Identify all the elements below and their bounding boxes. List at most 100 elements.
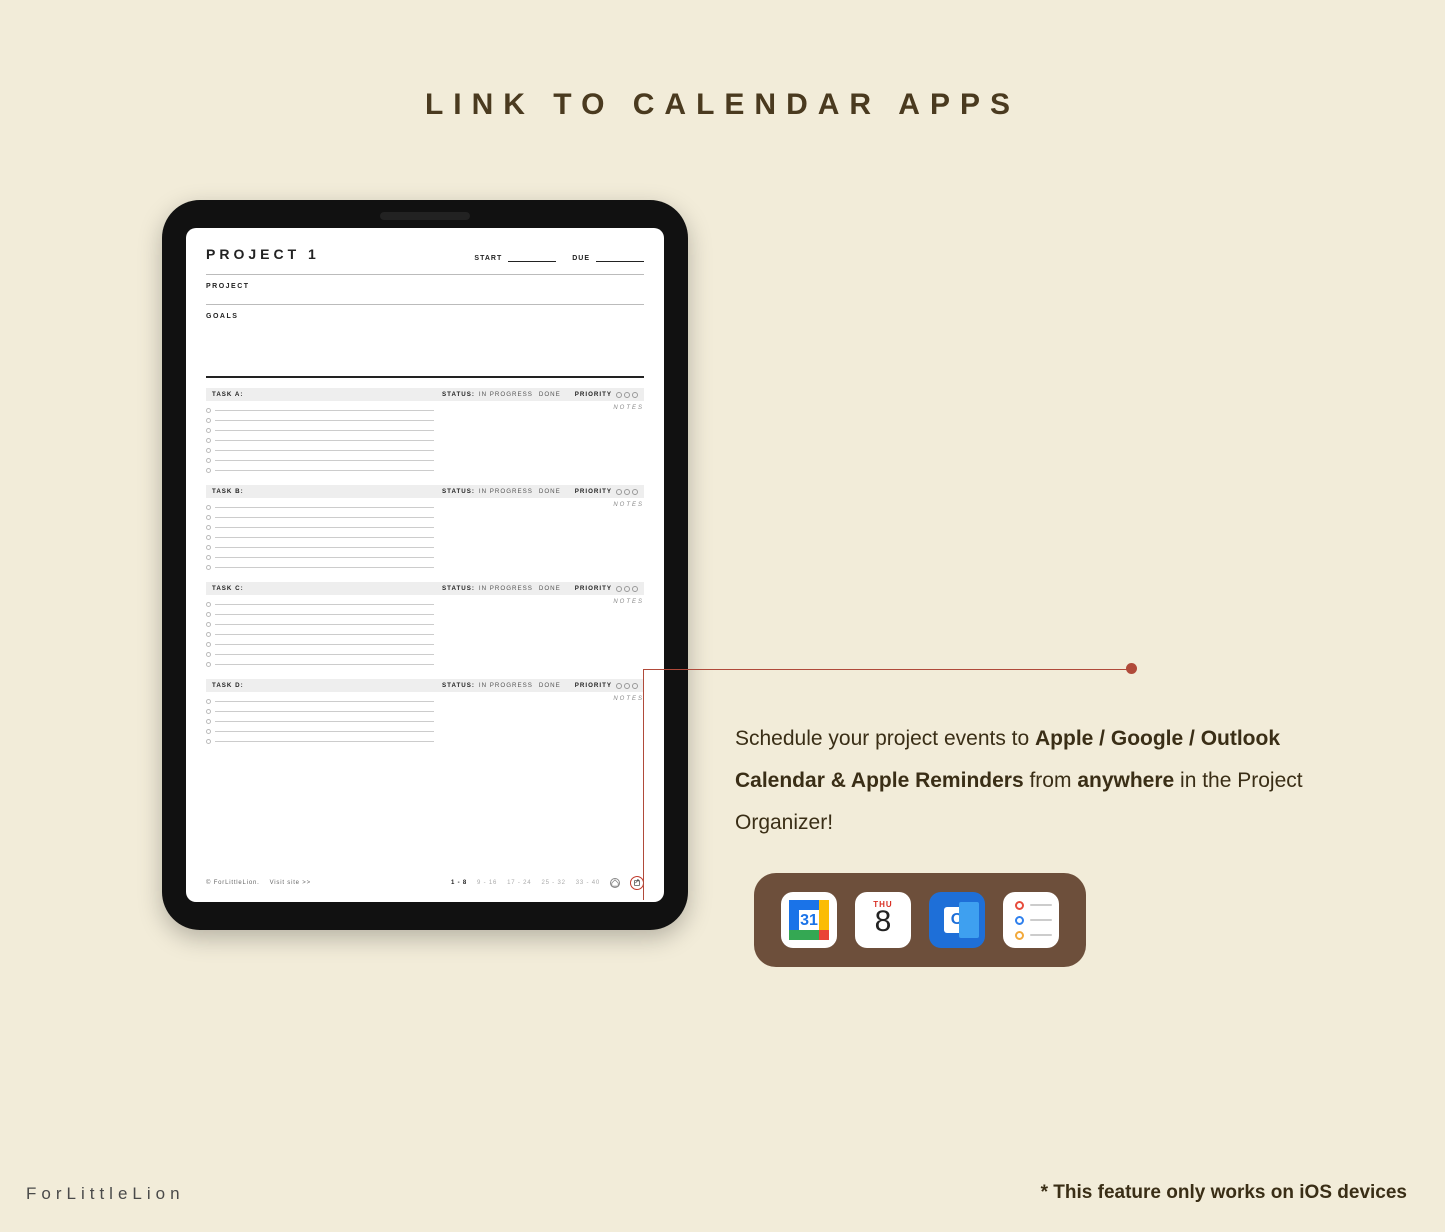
footer-visit-link[interactable]: Visit site >> [270,880,311,886]
app-tray: 31 THU 8 O [754,873,1086,967]
task-line[interactable] [206,696,434,706]
task-line[interactable] [206,435,434,445]
page-range-link[interactable]: 9 - 16 [477,880,497,886]
task-line[interactable] [206,736,434,746]
task-name: TASK C: [212,585,442,592]
status-label: STATUS: [442,488,475,495]
status-in-progress[interactable]: IN PROGRESS [479,391,533,398]
start-input-line[interactable] [508,254,556,262]
status-done[interactable]: DONE [539,488,561,495]
task-line[interactable] [206,425,434,435]
footer-copyright: © ForLittleLion. [206,880,260,886]
page-range-link[interactable]: 25 - 32 [541,880,565,886]
svg-text:31: 31 [800,912,818,929]
goals-label: GOALS [206,313,644,320]
task-line[interactable] [206,706,434,716]
status-label: STATUS: [442,391,475,398]
task-block: TASK D:STATUS: IN PROGRESS DONE PRIORITY NOT… [206,679,644,746]
notes-label: NOTES [448,696,644,702]
tablet-frame: PROJECT 1 START DUE PROJECT GOALS TASK A… [162,200,688,930]
task-line[interactable] [206,502,434,512]
planner-screen: PROJECT 1 START DUE PROJECT GOALS TASK A… [186,228,664,902]
status-in-progress[interactable]: IN PROGRESS [479,585,533,592]
task-line[interactable] [206,552,434,562]
page-range-link[interactable]: 17 - 24 [507,880,531,886]
notes-label: NOTES [448,599,644,605]
task-line[interactable] [206,609,434,619]
priority-dots[interactable] [616,586,638,592]
task-line[interactable] [206,405,434,415]
task-line[interactable] [206,639,434,649]
task-line[interactable] [206,455,434,465]
status-done[interactable]: DONE [539,585,561,592]
start-label: START [474,255,502,262]
task-line[interactable] [206,716,434,726]
task-header: TASK D:STATUS: IN PROGRESS DONE PRIORITY [206,679,644,692]
footer-brand: ForLittleLion [26,1184,185,1204]
task-line[interactable] [206,532,434,542]
task-name: TASK D: [212,682,442,689]
apple-calendar-icon: THU 8 [855,892,911,948]
callout-line-vertical [643,669,644,900]
task-block: TASK B:STATUS: IN PROGRESS DONE PRIORITY NOT… [206,485,644,572]
notes-label: NOTES [448,502,644,508]
callout-end-dot [1126,663,1137,674]
priority-dots[interactable] [616,489,638,495]
outlook-icon: O [929,892,985,948]
project-label: PROJECT [206,283,644,290]
google-calendar-icon: 31 [781,892,837,948]
home-icon[interactable] [610,878,620,888]
task-line[interactable] [206,465,434,475]
task-header: TASK B:STATUS: IN PROGRESS DONE PRIORITY [206,485,644,498]
task-line[interactable] [206,726,434,736]
priority-dots[interactable] [616,392,638,398]
task-line[interactable] [206,512,434,522]
task-line[interactable] [206,445,434,455]
status-in-progress[interactable]: IN PROGRESS [479,682,533,689]
task-line[interactable] [206,599,434,609]
priority-label: PRIORITY [575,585,612,592]
project-title: PROJECT 1 [206,246,320,262]
task-header: TASK C:STATUS: IN PROGRESS DONE PRIORITY [206,582,644,595]
task-name: TASK A: [212,391,442,398]
task-header: TASK A:STATUS: IN PROGRESS DONE PRIORITY [206,388,644,401]
priority-dots[interactable] [616,683,638,689]
status-label: STATUS: [442,682,475,689]
task-name: TASK B: [212,488,442,495]
task-block: TASK A:STATUS: IN PROGRESS DONE PRIORITY NOT… [206,388,644,475]
priority-label: PRIORITY [575,391,612,398]
apple-reminders-icon [1003,892,1059,948]
notes-label: NOTES [448,405,644,411]
priority-label: PRIORITY [575,682,612,689]
due-field[interactable]: DUE [572,254,644,262]
status-done[interactable]: DONE [539,391,561,398]
task-line[interactable] [206,562,434,572]
reminder-row [1015,901,1052,910]
planner-footer: © ForLittleLion. Visit site >> 1 - 8 9 - … [206,876,644,890]
page-title: LINK TO CALENDAR APPS [0,0,1445,122]
export-icon[interactable] [630,876,644,890]
footer-note: * This feature only works on iOS devices [1041,1182,1407,1204]
task-line[interactable] [206,542,434,552]
task-line[interactable] [206,659,434,669]
due-input-line[interactable] [596,254,644,262]
status-done[interactable]: DONE [539,682,561,689]
task-line[interactable] [206,415,434,425]
reminder-row [1015,931,1052,940]
callout-line-horizontal [643,669,1131,670]
page-range-link[interactable]: 1 - 8 [451,880,467,886]
task-line[interactable] [206,629,434,639]
start-field[interactable]: START [474,254,556,262]
task-line[interactable] [206,522,434,532]
reminder-row [1015,916,1052,925]
callout-text: Schedule your project events to Apple / … [735,718,1375,844]
task-line[interactable] [206,619,434,629]
page-range-link[interactable]: 33 - 40 [576,880,600,886]
status-label: STATUS: [442,585,475,592]
due-label: DUE [572,255,590,262]
task-line[interactable] [206,649,434,659]
task-block: TASK C:STATUS: IN PROGRESS DONE PRIORITY NOT… [206,582,644,669]
apple-calendar-day: 8 [875,907,892,937]
priority-label: PRIORITY [575,488,612,495]
status-in-progress[interactable]: IN PROGRESS [479,488,533,495]
